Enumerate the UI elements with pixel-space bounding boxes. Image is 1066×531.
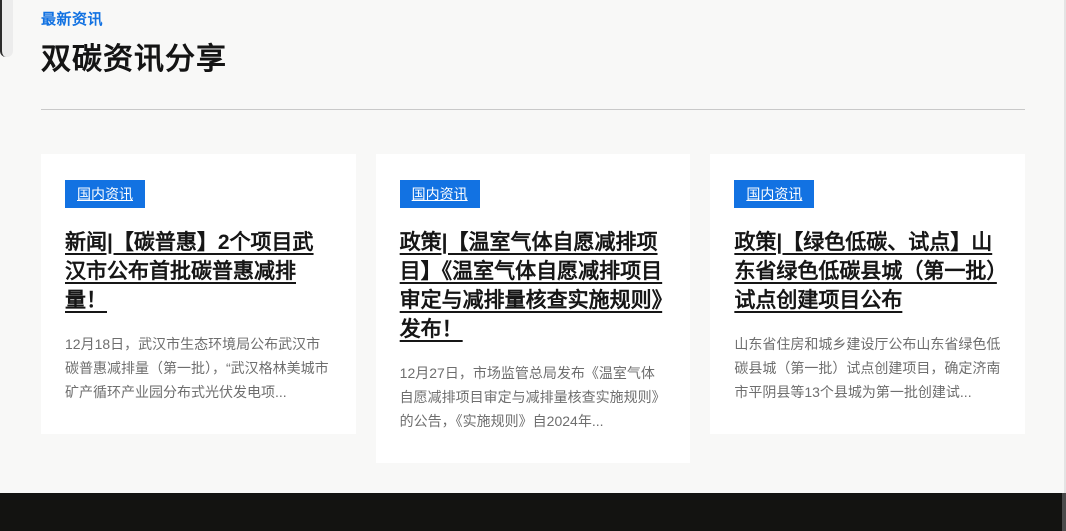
news-card: 国内资讯 新闻|【碳普惠】2个项目武汉市公布首批碳普惠减排量！ 12月18日，武… <box>41 154 356 434</box>
section-eyebrow: 最新资讯 <box>41 8 1025 29</box>
category-badge[interactable]: 国内资讯 <box>65 180 145 208</box>
news-excerpt: 12月18日，武汉市生态环境局公布武汉市碳普惠减排量（第一批），“武汉格林美城市… <box>65 332 332 404</box>
footer-right-edge <box>1062 493 1066 531</box>
news-card: 国内资讯 政策|【绿色低碳、试点】山东省绿色低碳县城（第一批）试点创建项目公布 … <box>710 154 1025 434</box>
news-card-grid: 国内资讯 新闻|【碳普惠】2个项目武汉市公布首批碳普惠减排量！ 12月18日，武… <box>41 154 1025 463</box>
page-title: 双碳资讯分享 <box>41 34 1025 78</box>
category-badge[interactable]: 国内资讯 <box>400 180 480 208</box>
news-title-link[interactable]: 政策|【温室气体自愿减排项目】《温室气体自愿减排项目审定与减排量核查实施规则》发… <box>400 231 663 341</box>
news-title-link[interactable]: 新闻|【碳普惠】2个项目武汉市公布首批碳普惠减排量！ <box>65 231 314 312</box>
category-badge[interactable]: 国内资讯 <box>734 180 814 208</box>
left-scrollbar-fragment[interactable] <box>0 0 13 57</box>
header-divider <box>41 109 1025 110</box>
footer-bar <box>0 493 1066 531</box>
news-card: 国内资讯 政策|【温室气体自愿减排项目】《温室气体自愿减排项目审定与减排量核查实… <box>376 154 691 463</box>
section-header: 最新资讯 双碳资讯分享 <box>0 0 1066 78</box>
news-excerpt: 12月27日，市场监管总局发布《温室气体自愿减排项目审定与减排量核查实施规则》的… <box>400 361 667 433</box>
news-title-link[interactable]: 政策|【绿色低碳、试点】山东省绿色低碳县城（第一批）试点创建项目公布 <box>734 231 997 312</box>
news-excerpt: 山东省住房和城乡建设厅公布山东省绿色低碳县城（第一批）试点创建项目，确定济南市平… <box>734 332 1001 404</box>
